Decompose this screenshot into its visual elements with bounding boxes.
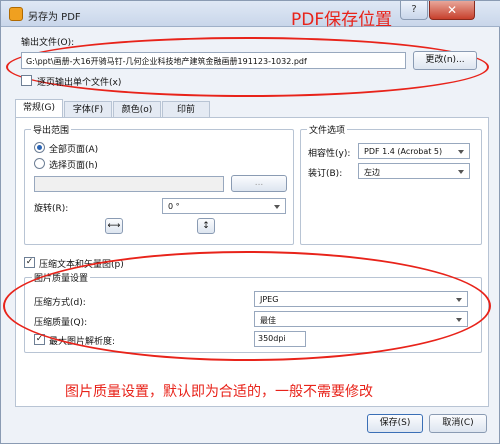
choose-pages-label: 选择页面(h) <box>49 161 98 171</box>
binding-label: 装订(B): <box>308 169 343 179</box>
per-page-checkbox[interactable] <box>21 75 32 86</box>
pages-picker-button[interactable]: ... <box>231 175 287 192</box>
compress-text-checkbox[interactable]: ✓ <box>24 257 35 268</box>
choose-pages-radio[interactable] <box>34 158 45 169</box>
help-button[interactable]: ? <box>400 1 428 20</box>
title-bar[interactable]: 另存为 PDF ? ✕ <box>1 1 500 27</box>
dropdown-arrow-icon <box>274 205 280 209</box>
tab-colors[interactable]: 颜色(o) <box>113 101 161 118</box>
annotation-image-quality-note: 图片质量设置，默认即为合适的，一般不需要修改 <box>65 384 373 400</box>
rotate-select[interactable]: 0 ° <box>162 198 286 214</box>
change-path-button[interactable]: 更改(n)... <box>413 51 477 70</box>
tab-fonts[interactable]: 字体(F) <box>64 101 112 118</box>
output-path-field[interactable]: G:\ppt\画册-大16开骑马钉-几何企业科技地产建筑金融画册191123-1… <box>21 52 406 69</box>
rotate-label: 旋转(R): <box>34 204 69 214</box>
tab-general[interactable]: 常规(G) <box>15 99 63 118</box>
dropdown-arrow-icon <box>458 170 464 174</box>
export-range-title: 导出范围 <box>31 123 72 136</box>
dropdown-arrow-icon <box>458 150 464 154</box>
output-file-label: 输出文件(O): <box>21 38 75 48</box>
save-as-pdf-dialog: 另存为 PDF ? ✕ PDF保存位置 输出文件(O): G:\ppt\画册-大… <box>0 0 500 444</box>
binding-select[interactable]: 左边 <box>358 163 470 179</box>
compat-value: PDF 1.4 (Acrobat 5) <box>364 147 443 156</box>
window-title: 另存为 PDF <box>28 12 81 23</box>
close-button[interactable]: ✕ <box>429 1 475 20</box>
compat-label: 相容性(y): <box>308 149 351 159</box>
annotation-save-location: PDF保存位置 <box>291 10 393 30</box>
all-pages-label: 全部页面(A) <box>49 145 99 155</box>
pages-input[interactable] <box>34 176 224 192</box>
rotate-value: 0 ° <box>168 202 180 211</box>
per-page-label: 逐页输出单个文件(x) <box>37 78 122 88</box>
save-button[interactable]: 保存(S) <box>367 414 423 433</box>
all-pages-radio[interactable] <box>34 142 45 153</box>
app-icon <box>9 7 23 21</box>
tab-prepress[interactable]: 印前 <box>162 101 210 118</box>
annotation-ellipse-image-quality <box>3 251 491 361</box>
binding-value: 左边 <box>364 168 380 177</box>
rotate-vertical-button[interactable]: ↕ <box>197 218 215 234</box>
rotate-horizontal-button[interactable]: ⟷ <box>105 218 123 234</box>
compat-select[interactable]: PDF 1.4 (Acrobat 5) <box>358 143 470 159</box>
file-options-title: 文件选项 <box>307 123 348 136</box>
cancel-button[interactable]: 取消(C) <box>429 414 487 433</box>
